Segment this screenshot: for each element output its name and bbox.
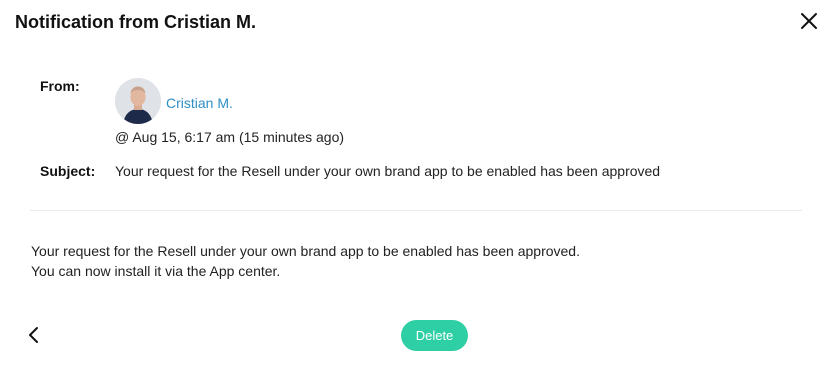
message-timestamp: @ Aug 15, 6:17 am (15 minutes ago) (115, 129, 345, 145)
back-button[interactable] (24, 323, 44, 347)
message-body-line: Your request for the Resell under your o… (31, 243, 580, 259)
delete-button[interactable]: Delete (401, 320, 468, 351)
close-icon[interactable] (797, 9, 821, 33)
message-body-line: You can now install it via the App cente… (31, 263, 281, 279)
chevron-left-icon (29, 327, 38, 343)
subject-label: Subject: (40, 163, 96, 179)
sender-name-link[interactable]: Cristian M. (166, 95, 233, 111)
divider (30, 210, 802, 211)
message-body: Your request for the Resell under your o… (31, 241, 580, 281)
avatar (115, 78, 161, 124)
dialog-title: Notification from Cristian M. (15, 12, 257, 32)
from-label: From: (40, 78, 80, 94)
subject-text: Your request for the Resell under your o… (115, 163, 661, 179)
